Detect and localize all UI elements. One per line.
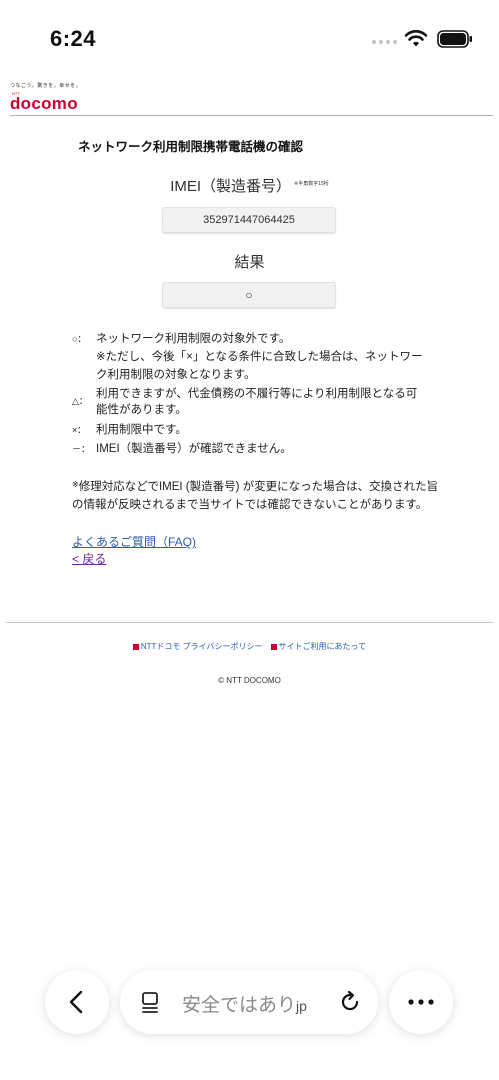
logo-brand: docomo (10, 94, 78, 113)
header-divider (10, 115, 493, 116)
legend-text: 利用制限中です。 (96, 424, 187, 436)
footer-links: NTTドコモ プライバシーポリシー サイトご利用にあたって (0, 641, 499, 652)
legend-text: IMEI（製造番号）が確認できません。 (96, 443, 292, 455)
status-bar: 6:24 (0, 0, 499, 72)
chevron-left-icon (69, 990, 83, 1014)
copyright: © NTT DOCOMO (218, 676, 281, 685)
status-time: 6:24 (50, 26, 97, 51)
notice-mark: ※ (72, 480, 79, 489)
imei-value-field: 352971447064425 (162, 207, 336, 233)
footer-divider (6, 622, 493, 623)
page-menu-icon (142, 992, 158, 1013)
imei-label: IMEI（製造番号） ※半角数字15桁 (0, 175, 499, 196)
bullet-icon (270, 644, 277, 650)
legend-symbol: ○： (72, 334, 87, 344)
signal-icon (372, 40, 397, 44)
logo-tagline: つなごう。驚きを。幸せを。 (10, 83, 82, 89)
more-options-button[interactable] (389, 970, 453, 1034)
browser-back-button[interactable] (45, 970, 109, 1034)
legend-item-ok-note: ※ただし、今後「×」となる条件に合致した場合は、ネットワーク利用制限の対象となり… (96, 351, 423, 381)
imei-note: ※半角数字15桁 (294, 181, 329, 187)
legend-symbol: △： (72, 396, 88, 406)
page-title: ネットワーク利用制限携帯電話機の確認 (78, 140, 304, 154)
back-link[interactable]: < 戻る (72, 550, 106, 567)
result-value-field: ○ (162, 282, 336, 308)
legend-symbol: ×： (72, 425, 87, 435)
legend-text: ネットワーク利用制限の対象外です。 (96, 333, 291, 345)
terms-of-use-link[interactable]: サイトご利用にあたって (279, 642, 367, 651)
legend-item-unknown: －： IMEI（製造番号）が確認できません。 (72, 440, 292, 456)
privacy-policy-link[interactable]: NTTドコモ プライバシーポリシー (141, 642, 263, 651)
legend-item-ok: ○： ネットワーク利用制限の対象外です。 (72, 330, 290, 346)
address-text: 安全ではありjp (182, 990, 322, 1017)
legend-text: 利用できますが、代金債務の不履行等により利用制限となる可能性があります。 (96, 388, 418, 416)
notice-text: 修理対応などでIMEI (製造番号) が変更になった場合は、交換された旨の情報が… (72, 481, 439, 511)
faq-link[interactable]: よくあるご質問（FAQ) (72, 533, 196, 550)
imei-change-notice: ※修理対応などでIMEI (製造番号) が変更になった場合は、交換された旨の情報… (72, 476, 442, 514)
docomo-logo[interactable]: つなごう。驚きを。幸せを。 NTT docomo (10, 82, 81, 112)
url-security-text: 安全ではあり (182, 995, 297, 1016)
legend-symbol: －： (72, 444, 91, 454)
legend-item-restricted: ×： 利用制限中です。 (72, 421, 187, 437)
reload-icon[interactable] (338, 990, 362, 1014)
wifi-icon (404, 30, 428, 47)
url-suffix: jp (296, 998, 307, 1014)
imei-label-text: IMEI（製造番号） (170, 178, 292, 195)
more-icon (408, 999, 434, 1005)
battery-icon (437, 30, 472, 48)
bullet-icon (132, 644, 139, 650)
result-label: 結果 (234, 254, 265, 271)
address-bar[interactable]: 安全ではありjp (120, 970, 378, 1034)
